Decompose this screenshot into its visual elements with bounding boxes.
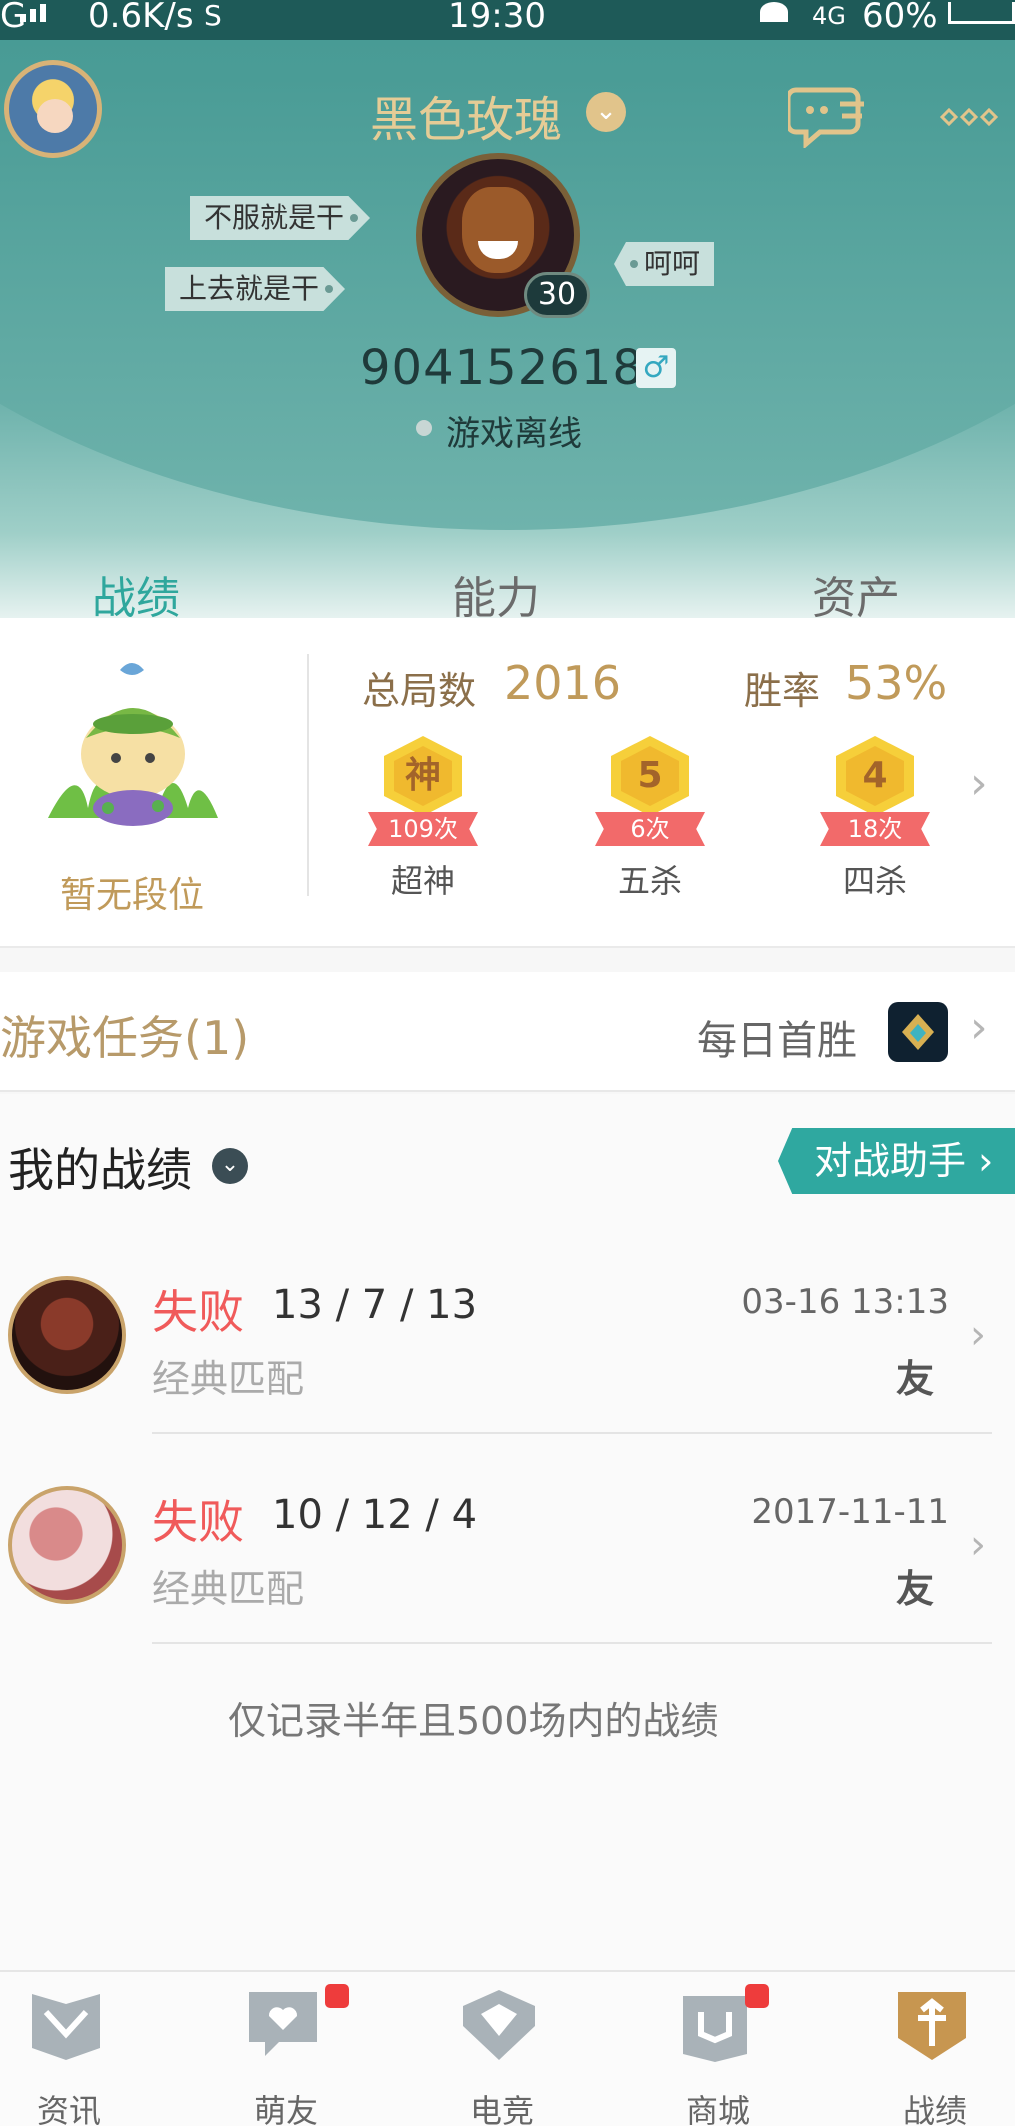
nav-item-esports[interactable]: 电竞: [437, 1986, 557, 2126]
profile-tag-text: 呵呵: [644, 247, 701, 280]
notification-badge: [325, 1984, 349, 2008]
signal-bars-icon: [20, 4, 46, 22]
match-row[interactable]: 失败 10 / 12 / 4 2017-11-11 经典匹配 友 ›: [0, 1486, 1015, 1696]
win-rate-label: 胜率: [744, 669, 821, 713]
match-mode: 经典匹配: [152, 1567, 305, 1611]
nav-label: 萌友: [253, 2092, 318, 2126]
medal-count: 6次: [595, 812, 705, 846]
news-icon: [32, 1994, 100, 2060]
my-records-title[interactable]: 我的战绩: [8, 1134, 192, 1200]
match-kda: 10 / 12 / 4: [272, 1492, 478, 1538]
nav-label: 电竞: [469, 2092, 534, 2126]
match-result: 失败: [152, 1285, 244, 1339]
sim-icon: S: [204, 0, 222, 32]
my-records-section: 我的战绩 ⌄ 对战助手 › 失败 13 / 7 / 13 03-16 13:13…: [0, 1094, 1015, 1970]
tab-record[interactable]: 战绩: [92, 562, 180, 620]
store-icon: [683, 1996, 747, 2062]
total-games-label: 总局数: [362, 669, 477, 713]
friend-badge: 友: [896, 1567, 935, 1611]
medal-pentakill[interactable]: 5 6次 五杀: [585, 730, 715, 910]
row-divider: [152, 1642, 992, 1644]
medal-count: 18次: [820, 812, 930, 846]
more-icon[interactable]: [934, 102, 1004, 132]
tab-assets[interactable]: 资产: [812, 562, 900, 620]
match-row[interactable]: 失败 13 / 7 / 13 03-16 13:13 经典匹配 友 ›: [0, 1276, 1015, 1486]
nav-label: 资讯: [36, 2092, 101, 2126]
network-speed: 0.6K/s: [88, 0, 194, 36]
daily-first-win-label: 每日首胜: [697, 1018, 857, 1064]
nav-label: 商城: [685, 2092, 750, 2126]
chevron-down-icon[interactable]: ⌄: [586, 92, 626, 132]
hero-avatar: [8, 1276, 126, 1394]
online-status: 游戏离线: [446, 414, 582, 454]
match-mode: 经典匹配: [152, 1357, 305, 1401]
unranked-mascot-icon: [48, 663, 218, 826]
rank-label: 暂无段位: [60, 875, 205, 916]
chevron-right-icon[interactable]: ›: [970, 758, 988, 809]
chevron-down-icon[interactable]: ⌄: [212, 1148, 248, 1184]
esports-icon: [463, 1990, 535, 2060]
friend-badge: 友: [896, 1357, 935, 1401]
records-footnote: 仅记录半年且500场内的战绩: [228, 1699, 719, 1743]
quest-title: 游戏任务(1): [0, 1011, 250, 1065]
game-quest-row[interactable]: 游戏任务(1) 每日首胜 ›: [0, 972, 1015, 1092]
notification-badge: [745, 1984, 769, 2008]
total-games-value: 2016: [504, 656, 622, 710]
medal-label: 四杀: [842, 862, 907, 900]
medal-label: 超神: [390, 862, 455, 900]
offline-status-dot: [416, 420, 432, 436]
nav-item-friends[interactable]: 萌友: [221, 1986, 341, 2126]
profile-header: 黑色玫瑰 ⌄ 不服就是干 上去就是干 呵呵 30 904152618 ♂ 游戏离…: [0, 40, 1015, 620]
user-avatar[interactable]: [4, 60, 102, 158]
tab-ability[interactable]: 能力: [452, 562, 540, 620]
match-time: 03-16 13:13: [741, 1282, 949, 1322]
nav-label: 战绩: [902, 2092, 967, 2126]
profile-tag: 上去就是干: [165, 267, 346, 311]
first-win-icon: [888, 1002, 948, 1062]
gender-male-icon: ♂: [636, 348, 676, 388]
medal-count: 109次: [368, 812, 478, 846]
match-time: 2017-11-11: [751, 1492, 949, 1532]
battle-assistant-button[interactable]: 对战助手 ›: [778, 1128, 1015, 1194]
chevron-right-icon: ›: [970, 1522, 986, 1568]
stats-card: 暂无段位 总局数 2016 胜率 53% 神 109次 超神 5 6次 五杀 4…: [0, 618, 1015, 948]
alarm-icon: [760, 2, 788, 22]
battery-percent: 60%: [862, 0, 938, 36]
nav-item-news[interactable]: 资讯: [4, 1986, 124, 2126]
chevron-right-icon: ›: [970, 1002, 988, 1053]
profile-tag: 不服就是干: [190, 196, 371, 240]
row-divider: [152, 1432, 992, 1434]
profile-tag: 呵呵: [614, 242, 715, 286]
medal-legendary[interactable]: 神 109次 超神: [358, 730, 488, 910]
record-icon: [898, 1992, 966, 2060]
username[interactable]: 黑色玫瑰: [370, 80, 562, 150]
hero-avatar: [8, 1486, 126, 1604]
chevron-right-icon: ›: [970, 1312, 986, 1358]
profile-tag-text: 上去就是干: [179, 272, 320, 305]
bottom-nav: 资讯 萌友 电竞 商城 战绩: [0, 1970, 1015, 2126]
chat-icon[interactable]: [788, 84, 870, 148]
profile-tag-text: 不服就是干: [204, 201, 345, 234]
nav-item-record[interactable]: 战绩: [870, 1986, 990, 2126]
stats-divider: [307, 654, 309, 896]
win-rate-value: 53%: [845, 656, 948, 710]
friends-icon: [249, 1992, 317, 2056]
level-badge: 30: [524, 272, 590, 318]
player-id: 904152618: [360, 340, 644, 396]
status-bar: G 0.6K/s S 19:30 4G 60%: [0, 0, 1015, 40]
network-type: 4G: [812, 2, 846, 30]
medal-label: 五杀: [617, 862, 682, 900]
battery-icon: [948, 2, 1015, 24]
medal-quadrakill[interactable]: 4 18次 四杀: [810, 730, 940, 910]
match-result: 失败: [152, 1495, 244, 1549]
clock: 19:30: [448, 0, 546, 36]
match-kda: 13 / 7 / 13: [272, 1282, 478, 1328]
